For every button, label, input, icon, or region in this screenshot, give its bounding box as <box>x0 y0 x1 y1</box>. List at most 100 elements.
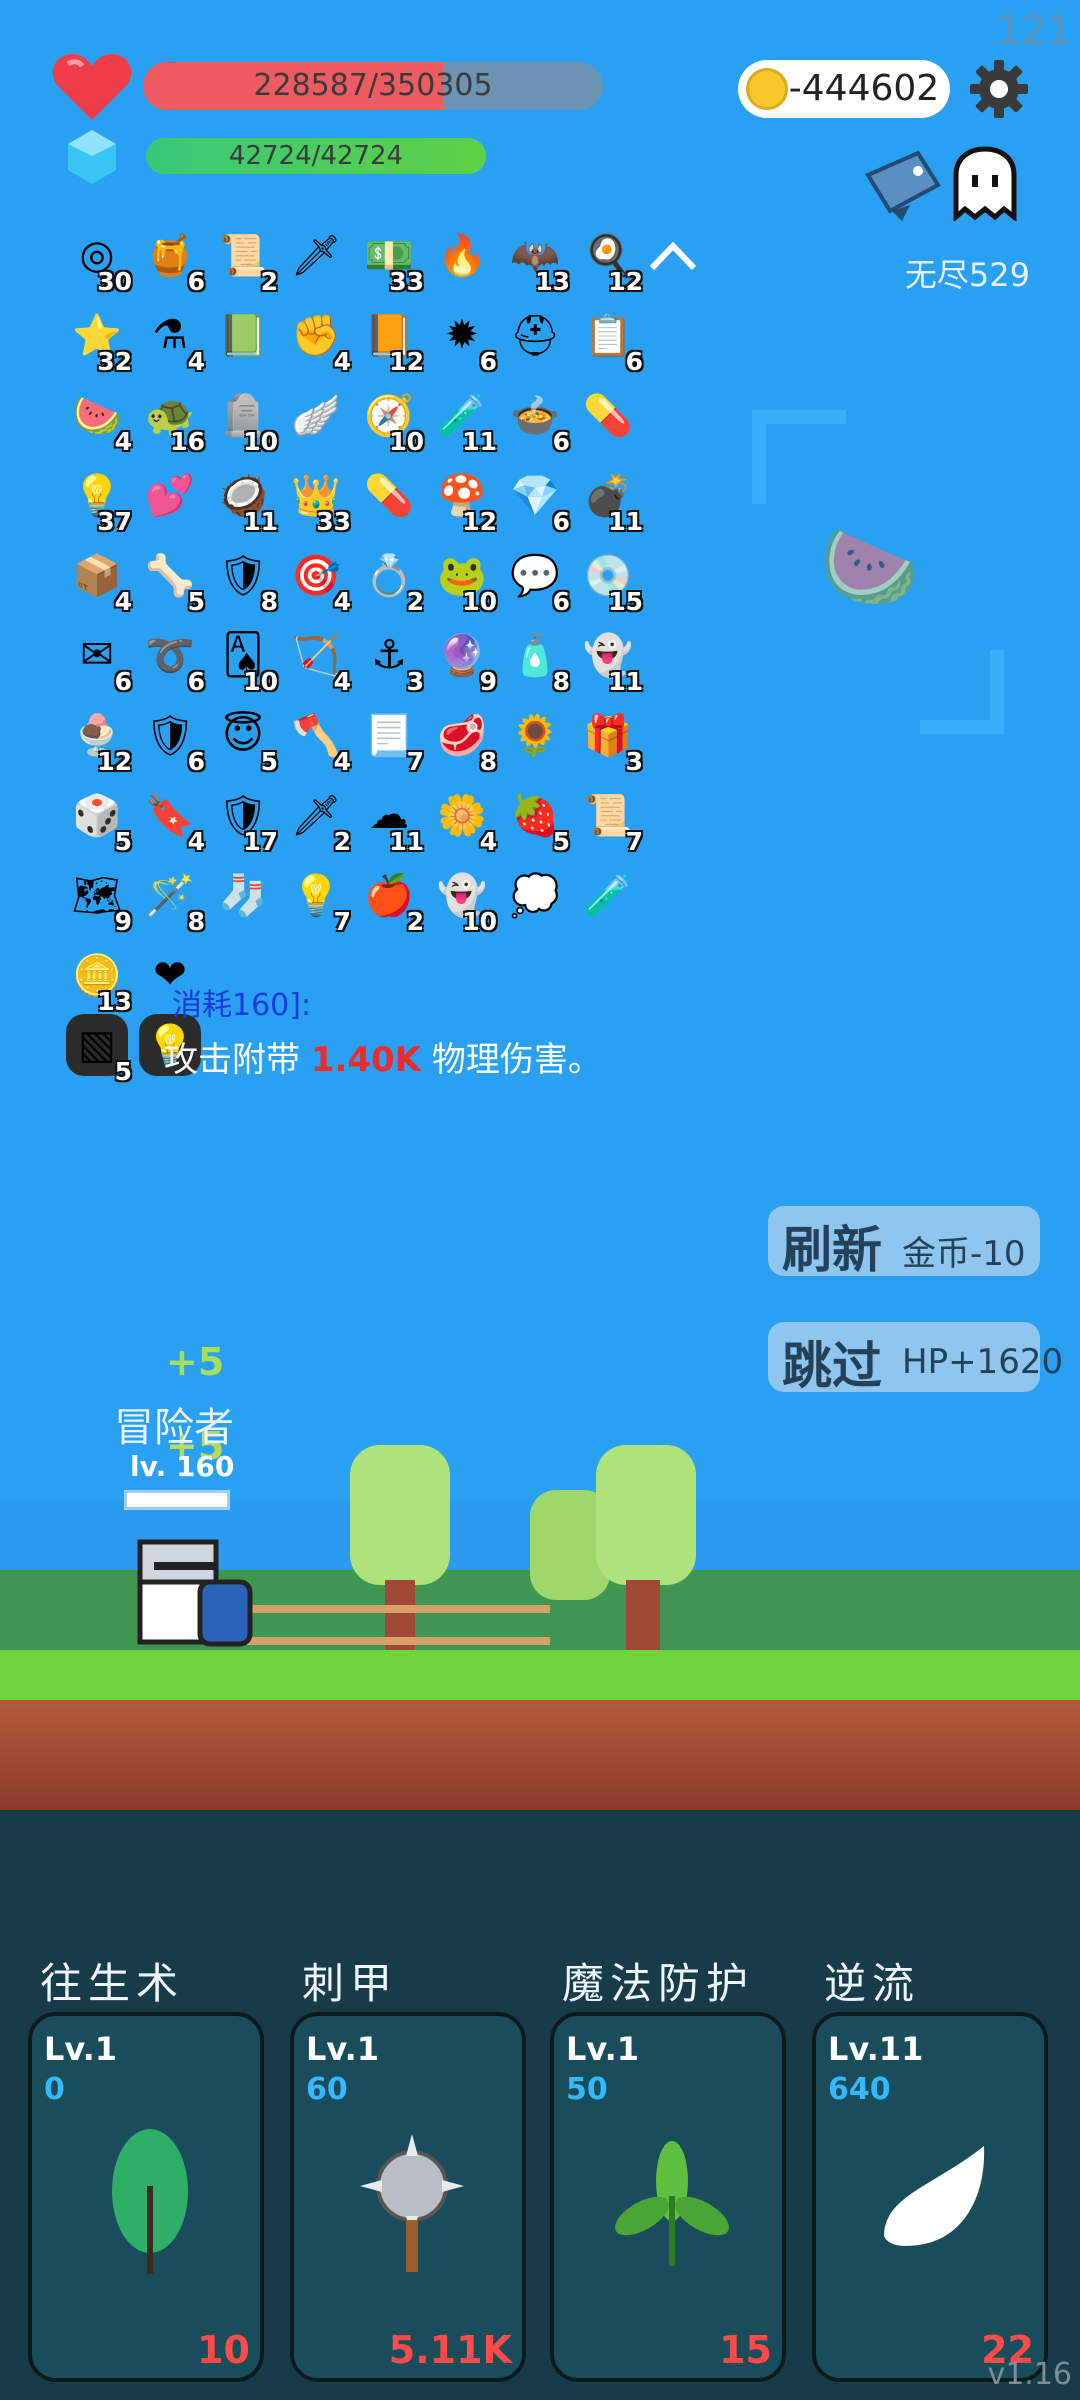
inventory-item[interactable]: 💊 <box>354 460 426 532</box>
inventory-item[interactable]: 🌼 4 <box>427 780 499 857</box>
inventory-item[interactable]: 🎲 5 <box>62 780 134 857</box>
inventory-item[interactable]: 📙 12 <box>354 300 426 377</box>
fish-boss-icon[interactable] <box>862 145 944 223</box>
inventory-item[interactable]: 🍎 2 <box>354 860 426 937</box>
inventory-item[interactable]: 🗺 9 <box>62 860 134 937</box>
inventory-item[interactable]: 👑 33 <box>281 460 353 537</box>
skill-card[interactable]: Lv.1 50 15 <box>550 2012 786 2382</box>
coin-counter[interactable]: -444602 <box>738 60 950 118</box>
inventory-item[interactable]: 🎁 3 <box>573 700 645 777</box>
inventory-item[interactable]: 💍 2 <box>354 540 426 617</box>
inventory-item[interactable]: ◎ 30 <box>62 220 134 296</box>
item-count: 5 <box>260 747 278 776</box>
inventory-item[interactable]: ➰ 6 <box>135 620 207 697</box>
item-count: 10 <box>243 427 278 456</box>
inventory-item[interactable]: 🎯 4 <box>281 540 353 617</box>
inventory-item[interactable]: 📜 7 <box>573 780 645 857</box>
chevron-up-icon[interactable] <box>648 236 698 276</box>
inventory-item[interactable]: 🍳 12 <box>573 220 645 297</box>
inventory-item[interactable]: 🐢 16 <box>135 380 207 457</box>
inventory-item[interactable]: 📗 <box>208 300 280 372</box>
inventory-item[interactable]: 💡 7 <box>281 860 353 937</box>
inventory-item[interactable]: 🂡 10 <box>208 620 280 696</box>
inventory-item[interactable]: 💣 11 <box>573 460 645 537</box>
inventory-item[interactable]: 🦴 5 <box>135 540 207 617</box>
inventory-item[interactable]: 🛡 6 <box>135 700 207 777</box>
inventory-item[interactable]: 🌻 <box>500 700 572 772</box>
gear-icon[interactable] <box>968 58 1030 120</box>
inventory-item[interactable]: 📃 7 <box>354 700 426 777</box>
item-count: 7 <box>406 747 424 776</box>
item-count: 5 <box>187 587 205 616</box>
refresh-label: 刷新 <box>782 1221 882 1279</box>
inventory-item[interactable]: 📜 2 <box>208 220 280 297</box>
inventory-item[interactable]: 🧪 <box>573 860 645 932</box>
inventory-item[interactable]: 📦 4 <box>62 540 134 617</box>
inventory-item[interactable]: 🍄 12 <box>427 460 499 537</box>
item-count: 4 <box>333 347 351 376</box>
skill-card[interactable]: Lv.1 60 5.11K <box>290 2012 526 2382</box>
inventory-item[interactable]: 🍓 5 <box>500 780 572 857</box>
inventory-item[interactable]: 🧭 10 <box>354 380 426 457</box>
inventory-item[interactable]: 🛡 17 <box>208 780 280 857</box>
item-count: 10 <box>462 587 497 616</box>
inventory-item[interactable]: ▧ 5 <box>62 1010 134 1086</box>
skip-button[interactable]: 跳过 HP+1620 <box>768 1322 1063 1395</box>
inventory-item[interactable]: ☁ 11 <box>354 780 426 856</box>
inventory-item[interactable]: 🪽 <box>281 380 353 452</box>
inventory-item[interactable]: 🛡 8 <box>208 540 280 617</box>
inventory-item[interactable]: 🍲 6 <box>500 380 572 457</box>
skill-value: 50 <box>566 2072 608 2107</box>
hp-bar: 228587/350305 <box>143 62 603 110</box>
inventory-item[interactable]: ⛑ <box>500 300 572 372</box>
inventory-item[interactable]: ⚗ 4 <box>135 300 207 376</box>
inventory-item[interactable]: 💊 <box>573 380 645 452</box>
inventory-item[interactable]: 🗡 <box>281 220 353 292</box>
inventory-item[interactable]: 💎 6 <box>500 460 572 537</box>
inventory-item[interactable]: 💡 37 <box>62 460 134 537</box>
inventory-item[interactable]: 🔥 <box>427 220 499 292</box>
inventory-item[interactable]: 💕 <box>135 460 207 532</box>
inventory-item[interactable]: 💿 15 <box>573 540 645 617</box>
inventory-item[interactable]: 🧴 8 <box>500 620 572 697</box>
inventory-item[interactable]: 🔮 9 <box>427 620 499 697</box>
inventory-item[interactable]: 🦇 13 <box>500 220 572 297</box>
inventory-item[interactable]: 👻 11 <box>573 620 645 697</box>
inventory-item[interactable]: 🍨 12 <box>62 700 134 777</box>
inventory-item[interactable]: 🏹 4 <box>281 620 353 697</box>
inventory-item[interactable]: ✊ 4 <box>281 300 353 377</box>
inventory-item[interactable]: 🥥 11 <box>208 460 280 537</box>
inventory-item[interactable]: 🪦 10 <box>208 380 280 457</box>
ghost-enemy-icon[interactable] <box>950 145 1020 221</box>
item-count: 7 <box>333 907 351 936</box>
inventory-item[interactable]: 🗡 2 <box>281 780 353 857</box>
inventory-item[interactable]: 💬 6 <box>500 540 572 617</box>
herb-icon-graphic <box>615 2141 729 2266</box>
inventory-item[interactable]: ✹ 6 <box>427 300 499 376</box>
inventory-item[interactable]: ⚓ 3 <box>354 620 426 696</box>
inventory-item[interactable]: 😇 5 <box>208 700 280 776</box>
skill-card[interactable]: Lv.11 640 22 <box>812 2012 1048 2382</box>
inventory-item[interactable]: 🐸 10 <box>427 540 499 617</box>
inventory-item[interactable]: 👻 10 <box>427 860 499 937</box>
inventory-item[interactable]: 📋 6 <box>573 300 645 377</box>
inventory-item[interactable]: ✉ 6 <box>62 620 134 696</box>
inventory-item[interactable]: 🍉 4 <box>62 380 134 457</box>
inventory-item[interactable]: 🪄 8 <box>135 860 207 937</box>
inventory-item[interactable]: 🪙 13 <box>62 940 134 1017</box>
inventory-item[interactable]: 🪓 4 <box>281 700 353 777</box>
refresh-button[interactable]: 刷新 金币-10 <box>768 1206 1040 1279</box>
inventory-item[interactable]: 💭 <box>500 860 572 932</box>
tooltip-cost: 消耗160]: <box>172 988 312 1023</box>
wing-icon: 🪽 <box>291 392 341 439</box>
hero-name: 冒险者 <box>114 1405 234 1451</box>
inventory-item[interactable]: 🥩 8 <box>427 700 499 777</box>
item-count: 37 <box>97 507 132 536</box>
inventory-item[interactable]: 🧦 <box>208 860 280 932</box>
inventory-item[interactable]: 💵 33 <box>354 220 426 297</box>
inventory-item[interactable]: 🔖 4 <box>135 780 207 857</box>
inventory-item[interactable]: 🍯 6 <box>135 220 207 297</box>
skill-card[interactable]: Lv.1 0 10 <box>28 2012 264 2382</box>
inventory-item[interactable]: ⭐ 32 <box>62 300 134 377</box>
inventory-item[interactable]: 🧪 11 <box>427 380 499 457</box>
